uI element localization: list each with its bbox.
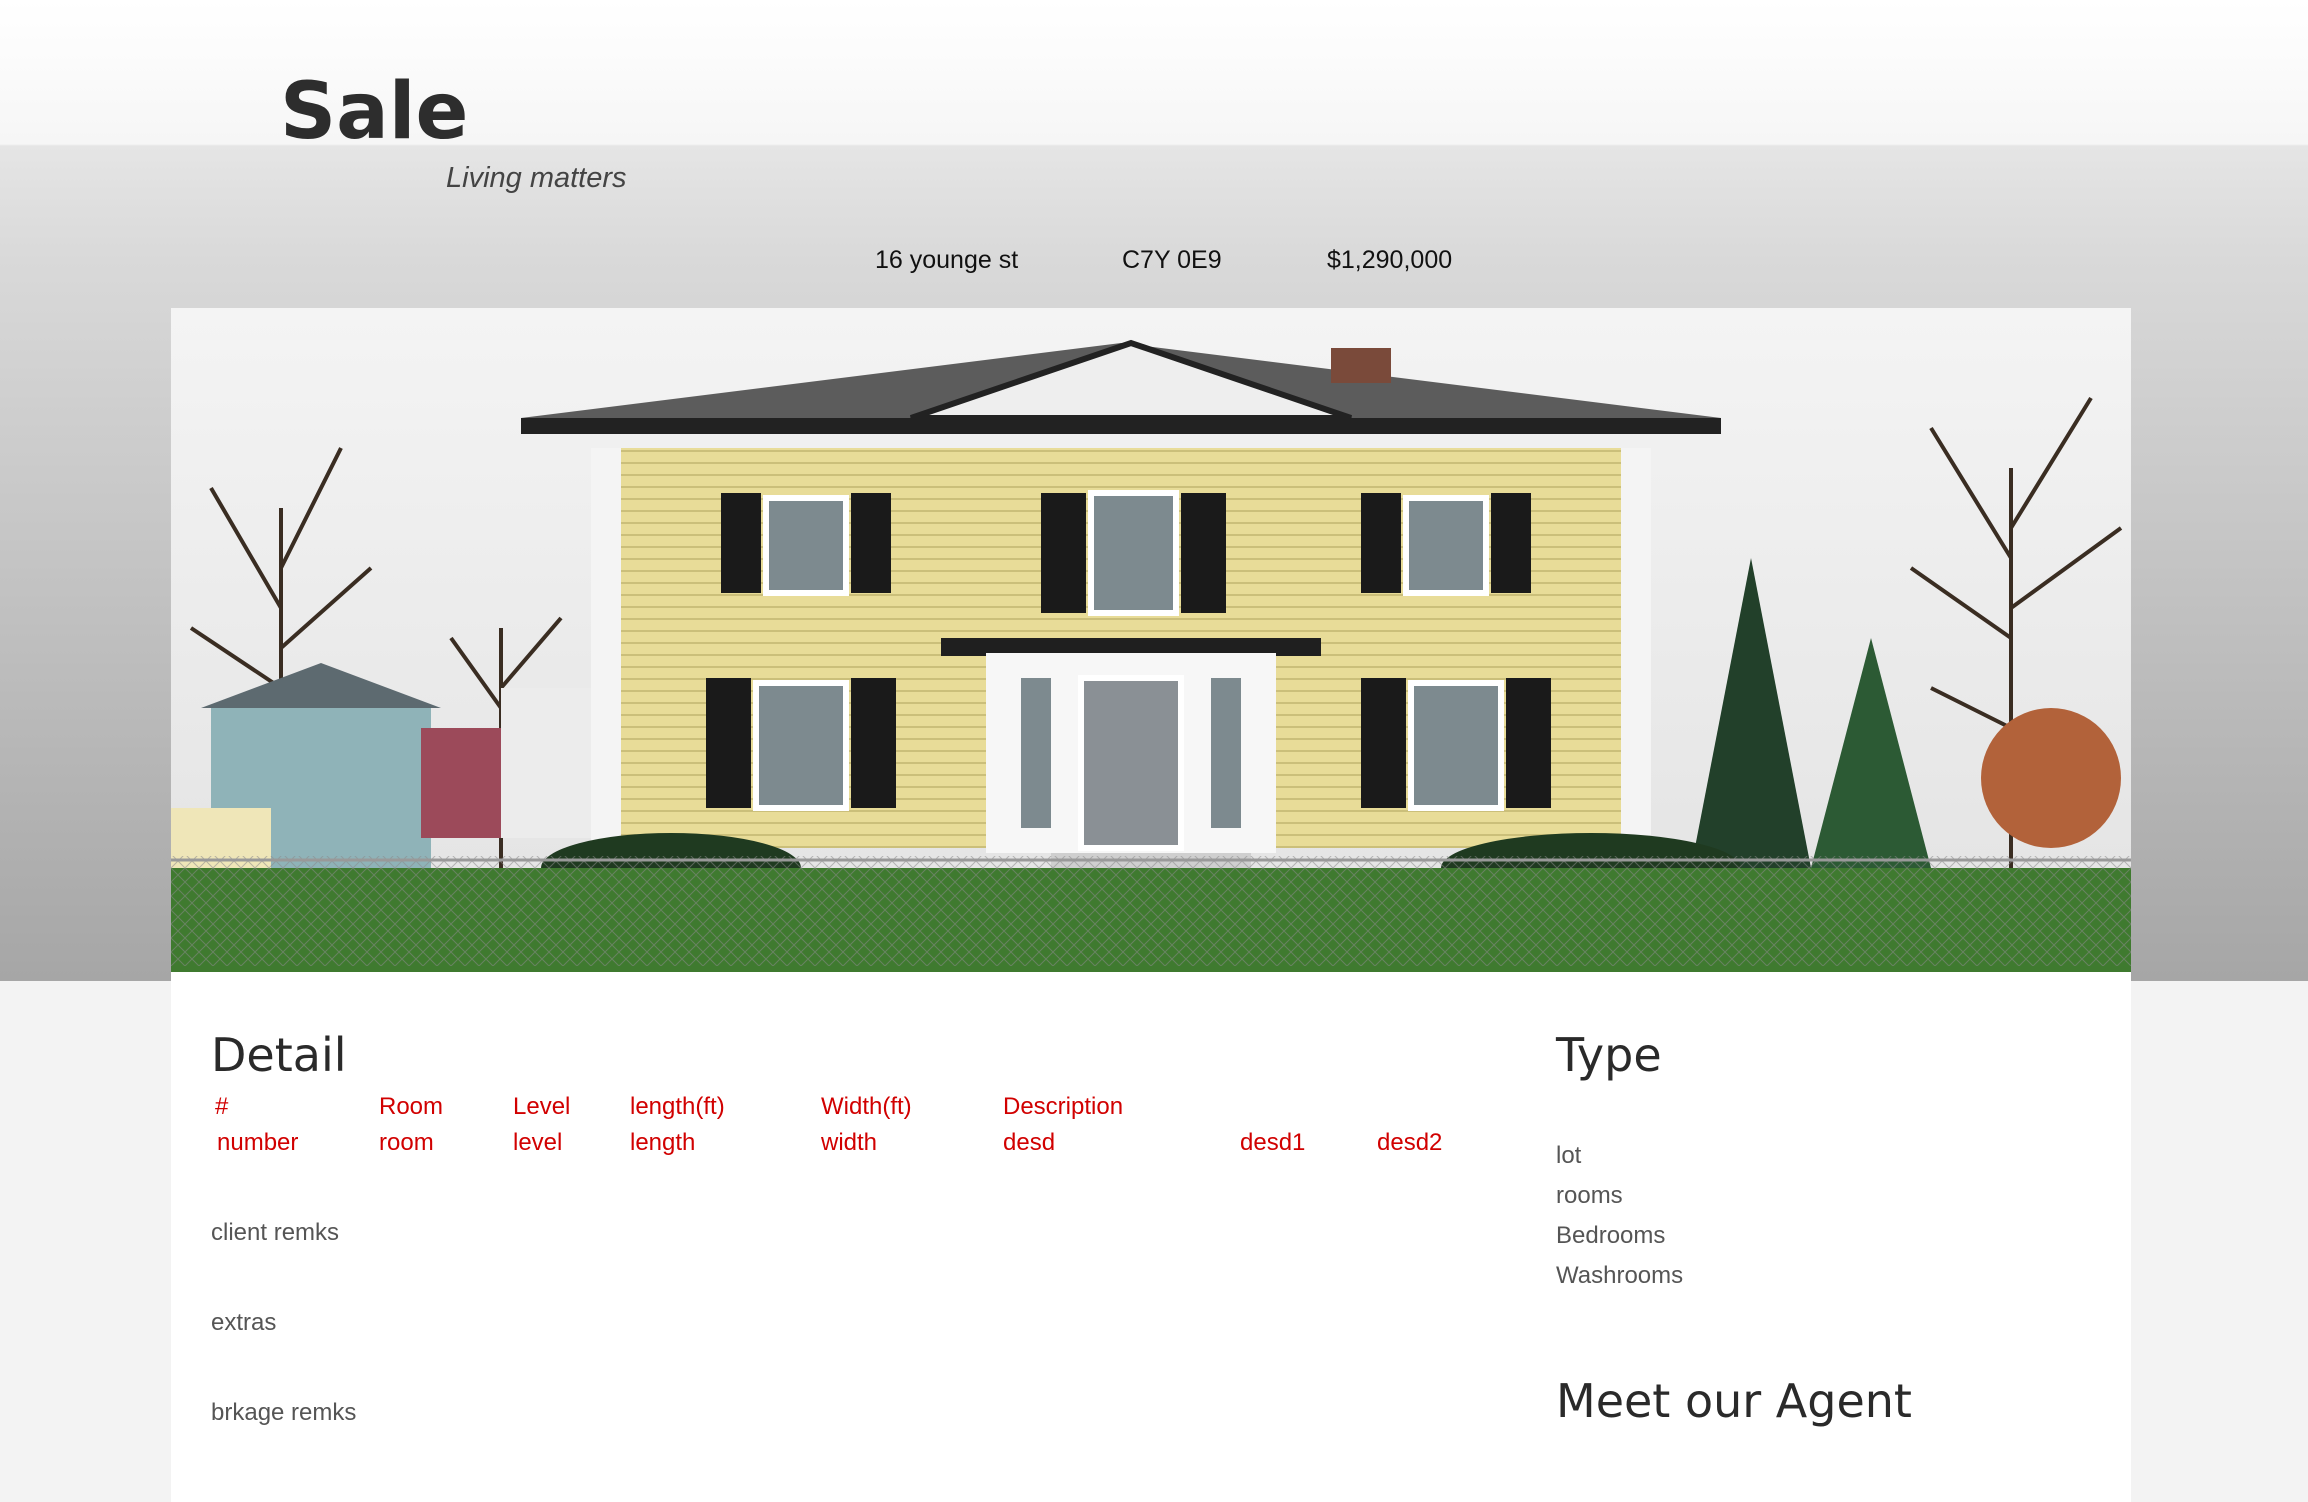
house-illustration xyxy=(171,308,2131,972)
site-tagline: Living matters xyxy=(446,162,627,194)
client-remarks: client remks xyxy=(211,1219,340,1246)
detail-heading: Detail xyxy=(211,1028,347,1082)
table-cell-description-2: desd2 xyxy=(1377,1129,1443,1156)
table-cell-number: number xyxy=(217,1129,299,1156)
column-header-length: length(ft) xyxy=(630,1093,725,1120)
column-header-number: # xyxy=(215,1093,229,1120)
table-cell-length: length xyxy=(630,1129,696,1156)
type-item-washrooms: Washrooms xyxy=(1556,1262,1684,1289)
listing-price: $1,290,000 xyxy=(1327,246,1453,274)
listing-postal-code: C7Y 0E9 xyxy=(1122,246,1222,274)
extras: extras xyxy=(211,1309,277,1336)
table-cell-room: room xyxy=(379,1129,434,1156)
site-title: Sale xyxy=(280,67,469,157)
house-photo xyxy=(171,308,2131,972)
listing-content: Detail # Room Level length(ft) Width(ft)… xyxy=(171,972,2131,1502)
brokerage-remarks: brkage remks xyxy=(211,1399,357,1426)
column-header-description: Description xyxy=(1003,1093,1124,1120)
type-heading: Type xyxy=(1556,1028,1662,1082)
type-item-rooms: rooms xyxy=(1556,1182,1623,1209)
agent-heading: Meet our Agent xyxy=(1556,1374,1912,1428)
column-header-level: Level xyxy=(513,1093,571,1120)
type-item-bedrooms: Bedrooms xyxy=(1556,1222,1666,1249)
table-cell-description: desd xyxy=(1003,1129,1056,1156)
type-item-lot: lot xyxy=(1556,1142,1582,1169)
column-header-width: Width(ft) xyxy=(821,1093,912,1120)
column-header-room: Room xyxy=(379,1093,444,1120)
listing-address: 16 younge st xyxy=(875,246,1019,274)
table-cell-width: width xyxy=(821,1129,878,1156)
table-cell-level: level xyxy=(513,1129,563,1156)
table-cell-description-1: desd1 xyxy=(1240,1129,1306,1156)
